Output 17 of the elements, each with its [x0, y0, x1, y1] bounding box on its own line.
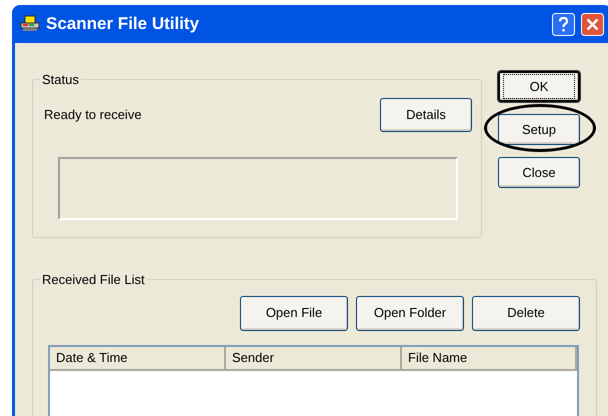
dialog-button[interactable]: Open Folder [356, 296, 464, 330]
group-label: Received File List [41, 271, 146, 289]
dialog-button[interactable]: Setup [498, 114, 580, 145]
dialog-button[interactable]: Close [498, 157, 580, 188]
column-header[interactable]: Sender [226, 346, 402, 370]
close-icon[interactable] [581, 12, 604, 36]
dialog-button[interactable]: Open File [240, 296, 348, 330]
column-header[interactable]: Date & Time [50, 346, 226, 370]
status-message: Ready to receive [44, 106, 142, 124]
window-title: Scanner File Utility [46, 13, 200, 36]
scanner-icon [20, 15, 40, 33]
group-label: Status [41, 71, 80, 89]
help-icon[interactable] [552, 12, 575, 36]
dialog-button[interactable]: Details [380, 98, 472, 132]
dialog-button[interactable]: Delete [472, 296, 580, 330]
column-header[interactable]: File Name [402, 346, 577, 370]
default-button[interactable]: OK [498, 71, 580, 102]
